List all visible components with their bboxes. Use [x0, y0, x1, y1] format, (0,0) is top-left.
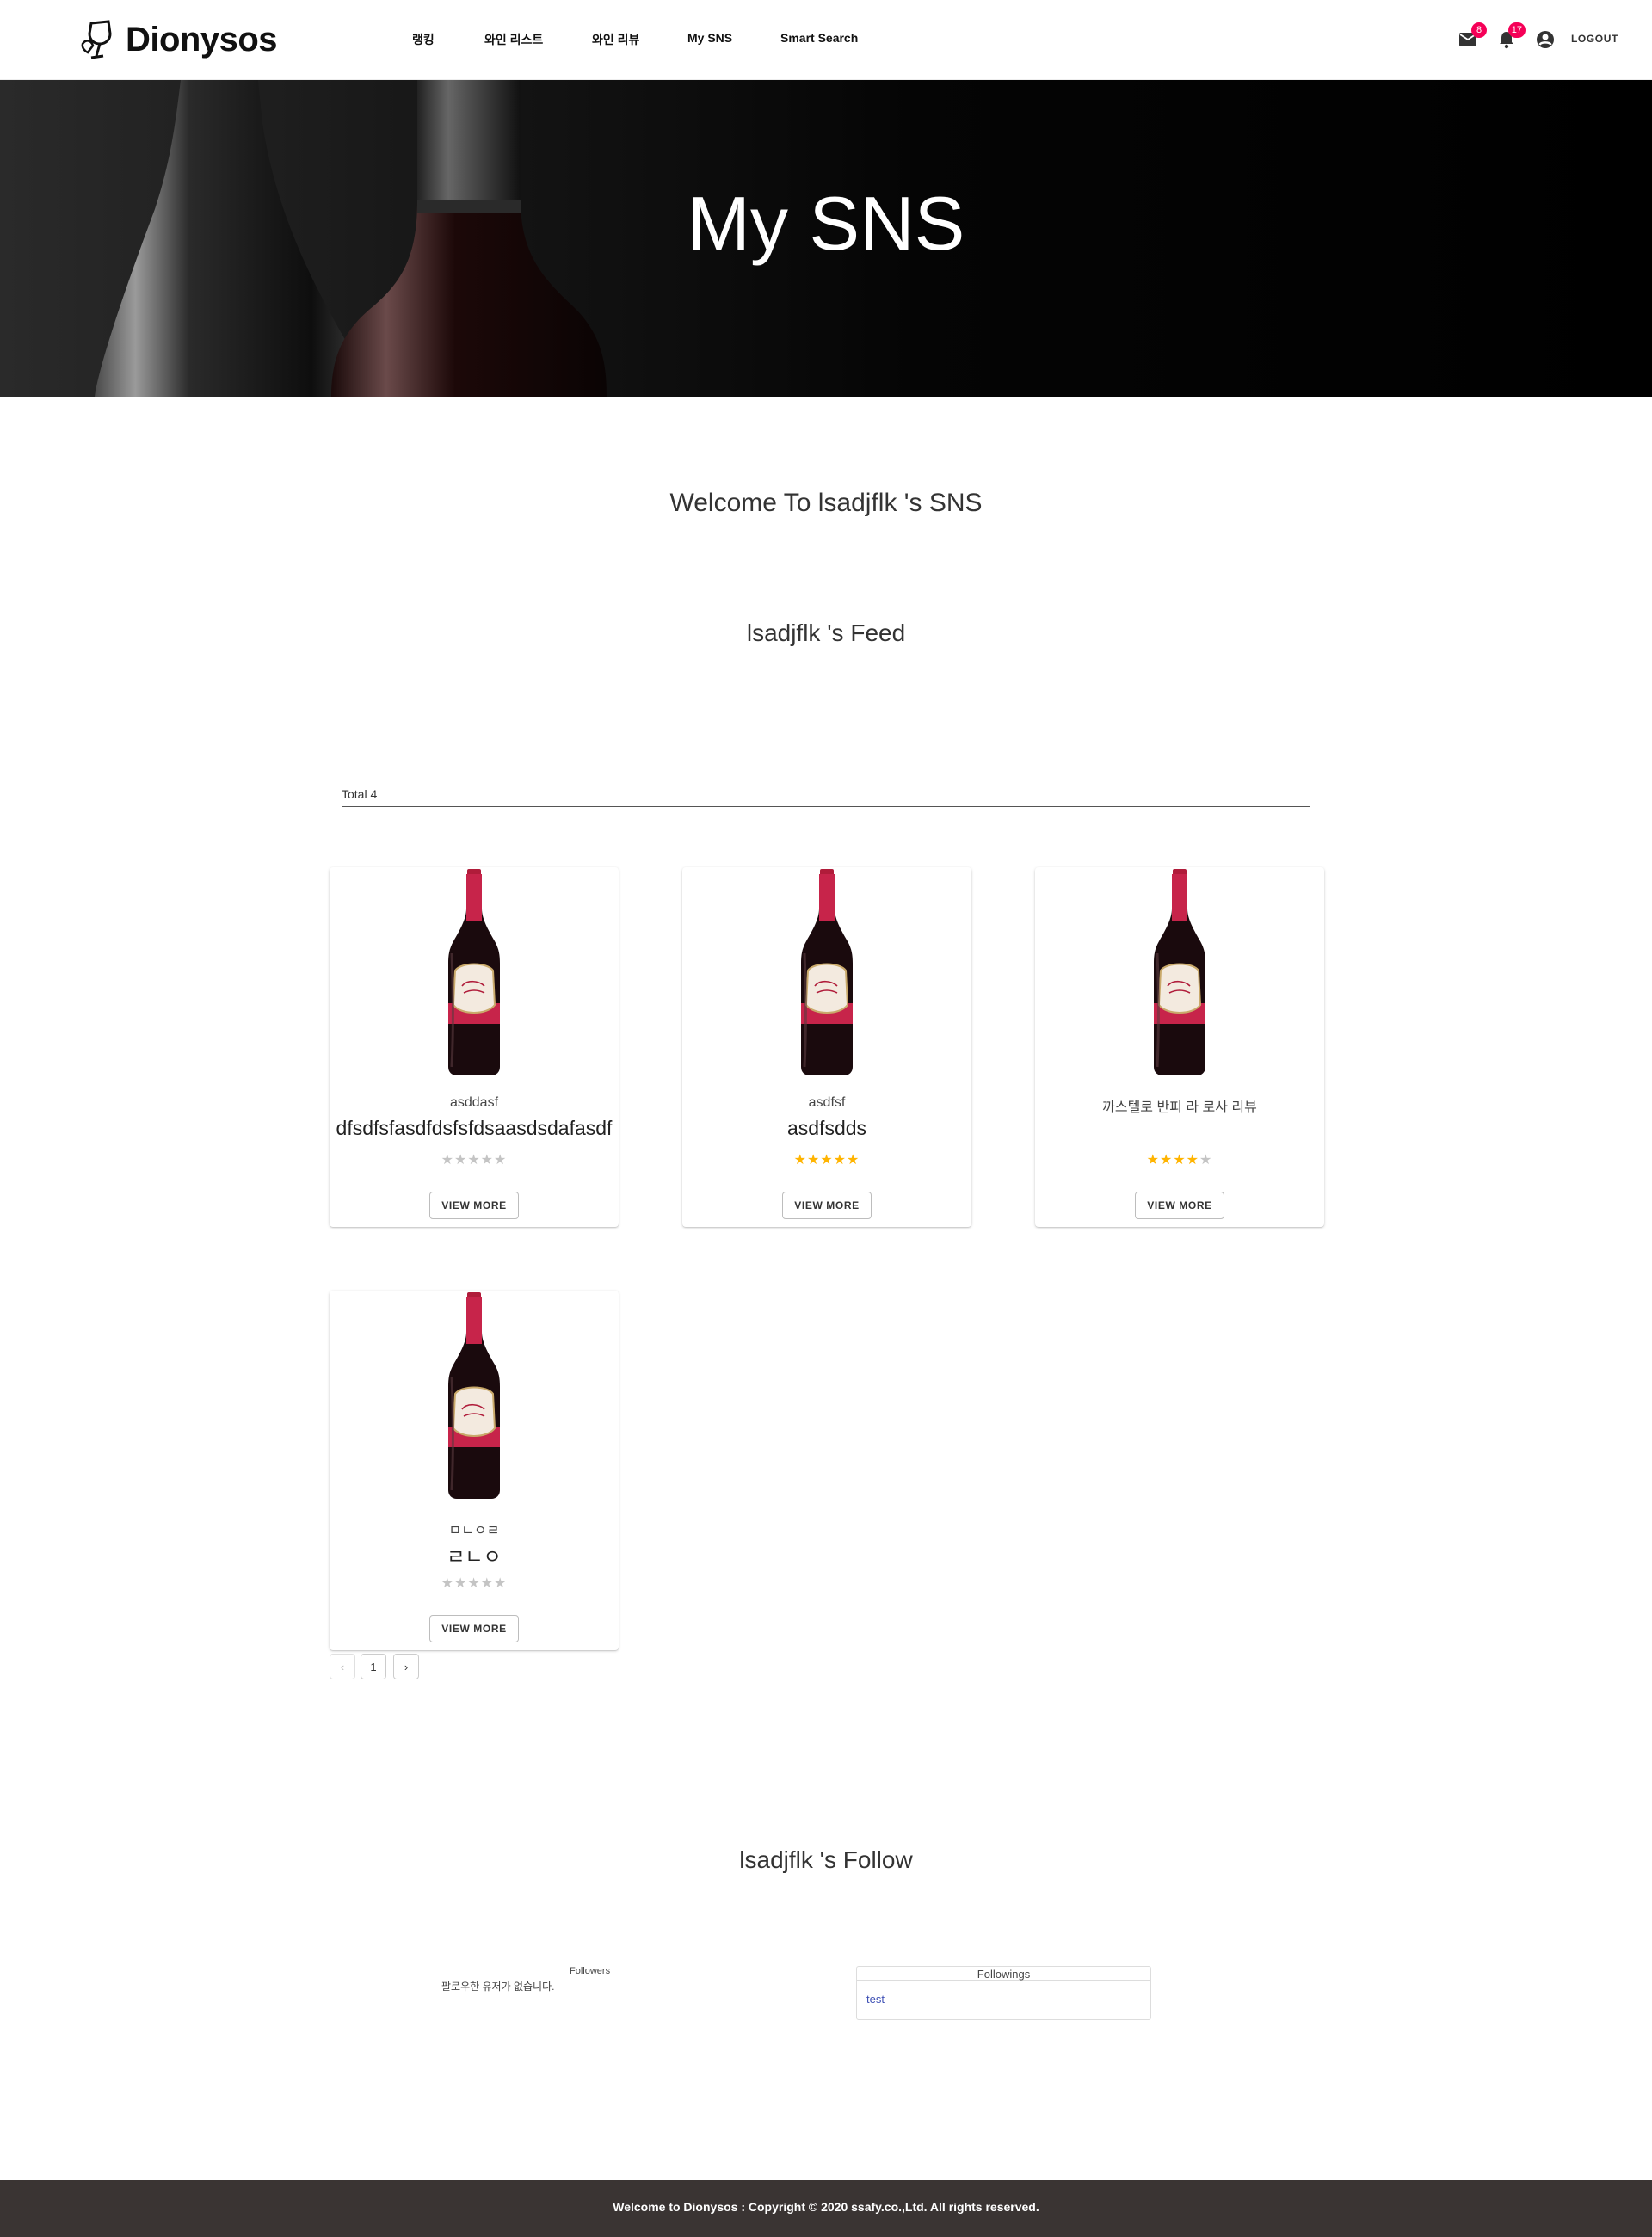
following-user-link[interactable]: test [866, 1993, 885, 2006]
nav-my-sns[interactable]: My SNS [687, 31, 732, 45]
card-title: dfsdfsfasdfdsfsfdsaasdsdafasdf [336, 1117, 613, 1139]
feed-heading: lsadjflk 's Feed [746, 619, 906, 646]
star-icon: ★ [467, 1576, 481, 1591]
card-image [792, 867, 861, 1075]
page-1-button[interactable]: 1 [361, 1654, 386, 1679]
prev-page-button[interactable]: ‹ [330, 1654, 355, 1679]
review-card[interactable]: 까스텔로 반피 라 로사 리뷰 ★★★★★ VIEW MORE [1035, 867, 1324, 1227]
wine-bottle-image [448, 1292, 500, 1499]
card-image [1145, 867, 1214, 1075]
card-image [440, 867, 509, 1075]
copyright-text: Welcome to Dionysos : Copyright © 2020 s… [613, 2200, 1039, 2214]
next-page-button[interactable]: › [393, 1654, 419, 1679]
card-subtitle: 까스텔로 반피 라 로사 리뷰 [1102, 1100, 1257, 1115]
mail-button[interactable]: 8 [1456, 22, 1487, 52]
top-app-bar: Dionysos 랭킹 와인 리스트 와인 리뷰 My SNS Smart Se… [0, 0, 1652, 80]
wine-bottle-image [448, 869, 500, 1075]
card-subtitle: asdfsf [808, 1095, 846, 1110]
followings-label: Followings [857, 1969, 1150, 1981]
nav-smart-search[interactable]: Smart Search [780, 31, 858, 45]
card-title: asdfsdds [786, 1117, 867, 1139]
notifications-button[interactable]: 17 [1495, 22, 1526, 52]
star-icon: ★ [1146, 1153, 1160, 1168]
rating-stars: ★★★★★ [682, 1151, 971, 1168]
nav-ranking[interactable]: 랭킹 [412, 31, 435, 48]
card-title: ㄹㄴㅇ [447, 1545, 502, 1568]
star-icon: ★ [847, 1153, 860, 1168]
hero-banner: My SNS [0, 80, 1652, 397]
star-icon: ★ [441, 1153, 454, 1168]
star-icon: ★ [806, 1153, 821, 1168]
star-icon: ★ [453, 1576, 468, 1591]
follow-heading: lsadjflk 's Follow [739, 1846, 913, 1873]
wine-bottle-image [1154, 869, 1205, 1075]
brand-name: Dionysos [126, 20, 278, 59]
wine-bottle-image [801, 869, 853, 1075]
card-subtitle: ㅁㄴㅇㄹ [448, 1524, 500, 1538]
review-card[interactable]: ㅁㄴㅇㄹ ㄹㄴㅇ ★★★★★ VIEW MORE [330, 1291, 619, 1650]
chevron-right-icon: › [404, 1660, 409, 1673]
notification-badge: 17 [1507, 22, 1526, 38]
account-circle-icon [1537, 31, 1554, 48]
divider [342, 806, 1310, 807]
nav-wine-review[interactable]: 와인 리뷰 [592, 31, 639, 48]
star-icon: ★ [453, 1153, 468, 1168]
nav-wine-list[interactable]: 와인 리스트 [484, 31, 543, 48]
card-image [440, 1291, 509, 1499]
star-icon: ★ [793, 1153, 807, 1168]
logout-button[interactable]: LOGOUT [1571, 33, 1618, 45]
hero-title: My SNS [687, 181, 965, 266]
star-icon: ★ [1159, 1153, 1174, 1168]
star-icon: ★ [1199, 1153, 1213, 1168]
card-subtitle: asddasf [449, 1095, 499, 1110]
review-card[interactable]: asdfsf asdfsdds ★★★★★ VIEW MORE [682, 867, 971, 1227]
wine-glass-logo-icon [81, 20, 112, 59]
star-icon: ★ [480, 1153, 495, 1168]
followings-list: Followings test [856, 1966, 1151, 2020]
star-icon: ★ [820, 1153, 834, 1168]
total-count: Total 4 [342, 787, 378, 801]
followers-empty-message: 팔로우한 유저가 없습니다. [441, 1981, 555, 1993]
brand-logo[interactable]: Dionysos [79, 17, 278, 62]
star-icon: ★ [467, 1153, 481, 1168]
star-icon: ★ [1186, 1153, 1200, 1168]
star-icon: ★ [1173, 1153, 1187, 1168]
rating-stars: ★★★★★ [1035, 1151, 1324, 1168]
rating-stars: ★★★★★ [330, 1575, 619, 1592]
review-card[interactable]: asddasf dfsdfsfasdfdsfsfdsaasdsdafasdf ★★★… [330, 867, 619, 1227]
star-icon: ★ [494, 1153, 508, 1168]
footer: Welcome to Dionysos : Copyright © 2020 s… [0, 2180, 1652, 2237]
account-button[interactable] [1533, 28, 1557, 52]
chevron-left-icon: ‹ [340, 1660, 345, 1673]
rating-stars: ★★★★★ [330, 1151, 619, 1168]
star-icon: ★ [441, 1576, 454, 1591]
star-icon: ★ [833, 1153, 848, 1168]
mail-badge: 8 [1471, 22, 1487, 38]
view-more-button[interactable]: VIEW MORE [1135, 1192, 1224, 1219]
view-more-button[interactable]: VIEW MORE [429, 1192, 519, 1219]
welcome-heading: Welcome To lsadjflk 's SNS [669, 489, 983, 517]
star-icon: ★ [494, 1576, 508, 1591]
followers-label: Followers [570, 1966, 611, 1976]
view-more-button[interactable]: VIEW MORE [782, 1192, 872, 1219]
view-more-button[interactable]: VIEW MORE [429, 1615, 519, 1642]
star-icon: ★ [480, 1576, 495, 1591]
